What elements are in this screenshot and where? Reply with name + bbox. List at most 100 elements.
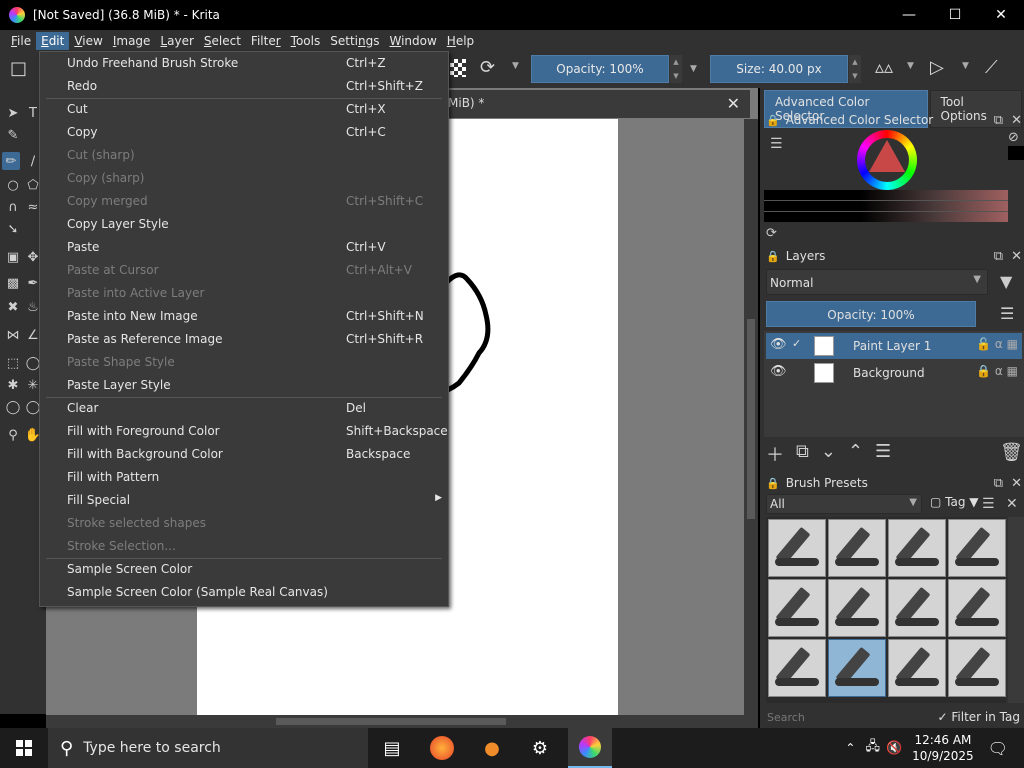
menu-item-paste[interactable]: Paste Ctrl+V xyxy=(40,236,448,259)
delete-layer-icon[interactable]: 🗑 xyxy=(1000,442,1023,463)
mirror-vertical-icon[interactable]: ▷ xyxy=(930,57,944,78)
filter-in-tag-checkbox[interactable]: ✓ Filter in Tag xyxy=(938,710,1020,724)
brush-preset[interactable] xyxy=(948,579,1006,637)
select-shapes-tool-icon[interactable]: ➤ xyxy=(4,104,22,122)
refresh-colors-icon[interactable]: ⟳ xyxy=(766,226,777,241)
clear-color-icon[interactable]: ⊘ xyxy=(1008,130,1019,145)
notifications-icon[interactable]: 🗨 xyxy=(988,739,1008,758)
crop-tool-icon[interactable]: ▣ xyxy=(4,248,22,266)
size-slider[interactable]: Size: 40.00 px xyxy=(710,55,848,83)
brush-preset[interactable] xyxy=(768,519,826,577)
menu-item-undo-freehand-brush-stroke[interactable]: Undo Freehand Brush Stroke Ctrl+Z xyxy=(40,52,448,75)
transform-tool-icon[interactable]: ⋈ xyxy=(4,326,22,344)
start-button[interactable] xyxy=(0,728,48,768)
canvas-vertical-scrollbar[interactable] xyxy=(744,119,758,715)
freehand-select-tool-icon[interactable]: ✱ xyxy=(4,376,22,394)
menu-tools[interactable]: Tools xyxy=(286,32,326,50)
brush-preset[interactable] xyxy=(828,579,886,637)
preset-search-input[interactable]: Search xyxy=(767,711,805,724)
move-layer-down-icon[interactable]: ⌄ xyxy=(821,441,836,467)
menu-filter[interactable]: Filter xyxy=(246,32,286,50)
firefox-icon[interactable] xyxy=(430,736,454,760)
brush-preset[interactable] xyxy=(948,639,1006,697)
menu-item-sample-screen-color[interactable]: Sample Screen Color xyxy=(40,558,448,581)
presets-close-icon[interactable]: ✕ xyxy=(1011,476,1022,491)
visibility-icon[interactable]: 👁 xyxy=(770,337,787,352)
layers-float-icon[interactable]: ⧉ xyxy=(994,249,1003,264)
menu-item-paste-as-reference-image[interactable]: Paste as Reference Image Ctrl+Shift+R xyxy=(40,328,448,351)
ellipse-tool-icon[interactable]: ○ xyxy=(4,176,22,194)
volume-muted-icon[interactable]: 🔇 xyxy=(886,741,902,756)
blender-icon[interactable]: ● xyxy=(480,736,504,760)
color-shade-selector[interactable] xyxy=(764,190,1008,222)
menu-item-sample-screen-color-sample-real-canvas[interactable]: Sample Screen Color (Sample Real Canvas) xyxy=(40,581,448,604)
alpha-lock-icon[interactable] xyxy=(450,59,466,77)
layer-checkbox[interactable]: ✓ xyxy=(792,337,804,351)
preset-scrollbar[interactable] xyxy=(1008,517,1024,703)
layer-lock-alpha-icons[interactable]: 🔒 α ▦ xyxy=(976,364,1018,378)
krita-taskbar-icon[interactable] xyxy=(568,728,612,768)
menu-item-cut[interactable]: Cut Ctrl+X xyxy=(40,98,448,121)
presets-float-icon[interactable]: ⧉ xyxy=(994,476,1003,491)
edit-shapes-tool-icon[interactable]: ✎ xyxy=(4,126,22,144)
menu-window[interactable]: Window xyxy=(384,32,441,50)
brush-preset[interactable] xyxy=(768,639,826,697)
menu-item-paste-layer-style[interactable]: Paste Layer Style xyxy=(40,374,448,397)
layer-properties-icon[interactable]: ☰ xyxy=(875,441,891,467)
add-layer-icon[interactable]: ＋ xyxy=(766,441,784,467)
close-document-icon[interactable]: ✕ xyxy=(727,94,740,113)
layer-opacity-slider[interactable]: Opacity: 100% xyxy=(766,301,976,327)
preset-close-icon[interactable]: ✕ xyxy=(1006,496,1018,512)
reset-icon[interactable]: ⟳ xyxy=(480,57,495,78)
maximize-button[interactable]: ☐ xyxy=(932,0,978,30)
menu-item-fill-with-foreground-color[interactable]: Fill with Foreground Color Shift+Backspac… xyxy=(40,420,448,443)
rect-select-tool-icon[interactable]: ⬚ xyxy=(4,354,22,372)
canvas-horizontal-scrollbar[interactable] xyxy=(46,715,758,728)
brush-preset[interactable] xyxy=(888,519,946,577)
close-window-button[interactable]: ✕ xyxy=(978,0,1024,30)
task-view-icon[interactable]: ▤ xyxy=(380,736,404,760)
bezier-select-tool-icon[interactable]: ◯ xyxy=(4,398,22,416)
layer-row[interactable]: 👁 ✓ Paint Layer 1 🔓 α ▦ xyxy=(766,333,1022,359)
foreground-color-swatch[interactable] xyxy=(1008,146,1024,160)
mirror-horizontal-icon[interactable]: ▵▵ xyxy=(875,57,893,78)
network-icon[interactable]: 🖧 xyxy=(865,737,880,759)
menu-view[interactable]: View xyxy=(69,32,107,50)
layer-checkbox[interactable] xyxy=(792,364,804,378)
minimize-button[interactable]: — xyxy=(886,0,932,30)
wrap-around-icon[interactable]: ⟋ xyxy=(985,57,998,78)
brush-preset[interactable] xyxy=(828,519,886,577)
layer-row[interactable]: 👁 Background 🔒 α ▦ xyxy=(766,360,1022,386)
menu-item-copy-layer-style[interactable]: Copy Layer Style xyxy=(40,213,448,236)
layers-close-icon[interactable]: ✕ xyxy=(1011,249,1022,264)
document-tab[interactable]: MiB) * ✕ xyxy=(448,90,750,118)
menu-settings[interactable]: Settings xyxy=(325,32,384,50)
color-settings-icon[interactable]: ☰ xyxy=(770,136,783,152)
menu-file[interactable]: File xyxy=(6,32,36,50)
preset-view-icon[interactable]: ☰ xyxy=(982,496,995,512)
menu-help[interactable]: Help xyxy=(442,32,479,50)
brush-preset[interactable] xyxy=(948,519,1006,577)
gradient-tool-icon[interactable]: ▩ xyxy=(4,274,22,292)
opacity-spinner[interactable]: ▲ ▼ xyxy=(670,55,682,83)
hsv-color-wheel[interactable] xyxy=(857,130,917,190)
assistant-tool-icon[interactable]: ✖ xyxy=(4,298,22,316)
menu-edit[interactable]: Edit xyxy=(36,32,70,50)
menu-image[interactable]: Image xyxy=(108,32,156,50)
close-panel-icon[interactable]: ✕ xyxy=(1011,113,1022,128)
duplicate-layer-icon[interactable]: ⧉ xyxy=(796,441,809,467)
opacity-slider[interactable]: Opacity: 100% xyxy=(531,55,669,83)
clock[interactable]: 12:46 AM 10/9/2025 xyxy=(912,732,974,764)
bezier-tool-icon[interactable]: ∩ xyxy=(4,198,22,216)
lock-icon[interactable]: 🔒 xyxy=(766,114,780,127)
layer-lock-alpha-icons[interactable]: 🔓 α ▦ xyxy=(976,337,1018,351)
float-panel-icon[interactable]: ⧉ xyxy=(994,113,1003,128)
reset-dropdown-icon[interactable]: ▼ xyxy=(512,61,519,71)
opacity-dropdown-icon[interactable]: ▼ xyxy=(690,64,697,74)
move-layer-up-icon[interactable]: ⌃ xyxy=(848,441,863,467)
new-document-icon[interactable]: □ xyxy=(10,58,27,79)
settings-gear-icon[interactable]: ⚙ xyxy=(528,736,552,760)
blend-mode-select[interactable]: Normal ▼ xyxy=(766,269,988,295)
brush-preset[interactable] xyxy=(768,579,826,637)
freehand-brush-tool-icon[interactable]: ✏ xyxy=(2,152,20,170)
